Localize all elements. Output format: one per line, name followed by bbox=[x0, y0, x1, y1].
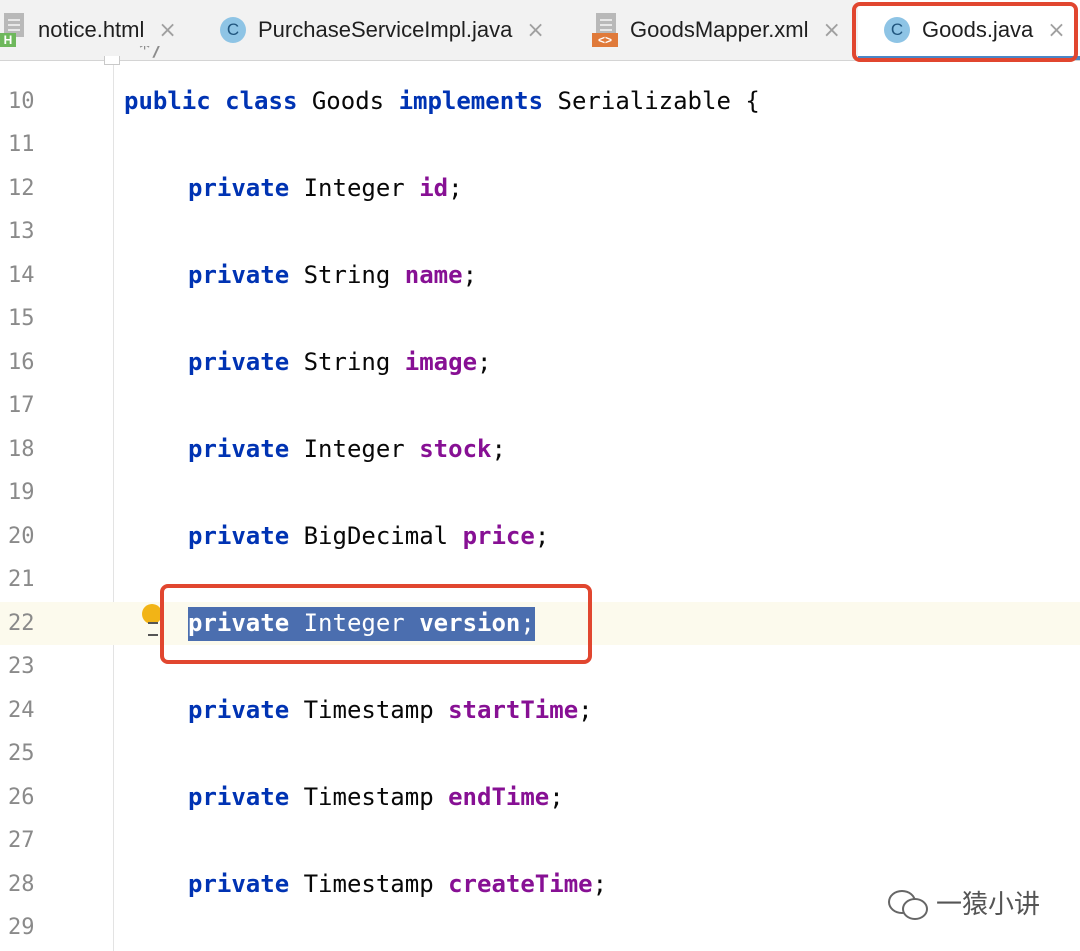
fold-marker-icon[interactable] bbox=[104, 56, 120, 65]
code-comment-tail: */ bbox=[138, 46, 165, 62]
code-text: private String image; bbox=[188, 348, 492, 376]
code-line[interactable]: 18 private Integer stock; bbox=[0, 428, 1080, 471]
line-number: 20 bbox=[8, 524, 35, 549]
tab-label: notice.html bbox=[38, 17, 145, 42]
code-text: private String name; bbox=[188, 261, 478, 289]
code-text: private Integer id; bbox=[188, 174, 463, 202]
code-line[interactable]: 14 private String name; bbox=[0, 254, 1080, 297]
code-line[interactable]: 10 public class Goods implements Seriali… bbox=[0, 80, 1080, 123]
line-number: 19 bbox=[8, 480, 35, 505]
line-number: 25 bbox=[8, 741, 35, 766]
tab-notice-html[interactable]: H notice.html × bbox=[0, 0, 204, 60]
line-number: 28 bbox=[8, 872, 35, 897]
code-text: private Timestamp endTime; bbox=[188, 783, 564, 811]
lightbulb-icon[interactable] bbox=[142, 604, 162, 624]
line-number: 12 bbox=[8, 176, 35, 201]
line-number: 27 bbox=[8, 828, 35, 853]
code-text: private Timestamp createTime; bbox=[188, 870, 608, 898]
line-number: 29 bbox=[8, 915, 35, 940]
line-number: 13 bbox=[8, 219, 35, 244]
watermark-text: 一猿小讲 bbox=[936, 890, 1041, 920]
tab-label: GoodsMapper.xml bbox=[630, 17, 809, 42]
code-text: private Timestamp startTime; bbox=[188, 696, 593, 724]
tab-purchaseserviceimpl-java[interactable]: C PurchaseServiceImpl.java × bbox=[220, 0, 580, 60]
close-icon[interactable]: × bbox=[158, 18, 176, 43]
tab-label: PurchaseServiceImpl.java bbox=[258, 17, 513, 42]
code-line[interactable]: 19 bbox=[0, 471, 1080, 514]
code-line[interactable]: 25 bbox=[0, 732, 1080, 775]
line-highlight-box bbox=[160, 584, 592, 664]
code-line[interactable]: 27 bbox=[0, 819, 1080, 862]
line-number: 26 bbox=[8, 785, 35, 810]
line-number: 17 bbox=[8, 393, 35, 418]
line-number: 10 bbox=[8, 89, 35, 114]
java-class-icon: C bbox=[220, 17, 246, 43]
code-line[interactable]: 16 private String image; bbox=[0, 341, 1080, 384]
code-line[interactable]: 12 private Integer id; bbox=[0, 167, 1080, 210]
lightbulb-base-icon bbox=[148, 622, 158, 636]
line-number: 21 bbox=[8, 567, 35, 592]
wechat-icon bbox=[888, 888, 928, 920]
line-number: 22 bbox=[8, 611, 35, 636]
line-number: 23 bbox=[8, 654, 35, 679]
tab-goodsmapper-xml[interactable]: <> GoodsMapper.xml × bbox=[592, 0, 852, 60]
line-number: 14 bbox=[8, 263, 35, 288]
code-text: private BigDecimal price; bbox=[188, 522, 550, 550]
xml-file-icon: <> bbox=[592, 13, 622, 47]
code-line[interactable]: 20 private BigDecimal price; bbox=[0, 515, 1080, 558]
code-line[interactable]: 15 bbox=[0, 297, 1080, 340]
line-number: 24 bbox=[8, 698, 35, 723]
close-icon[interactable]: × bbox=[526, 18, 544, 43]
code-text: public class Goods implements Serializab… bbox=[124, 87, 760, 115]
line-number: 15 bbox=[8, 306, 35, 331]
tab-highlight-box bbox=[852, 2, 1078, 62]
html-file-icon: H bbox=[0, 13, 30, 47]
line-number: 18 bbox=[8, 437, 35, 462]
watermark: 一猿小讲 bbox=[888, 884, 1040, 921]
line-number: 11 bbox=[8, 132, 35, 157]
close-icon[interactable]: × bbox=[823, 18, 841, 43]
code-line[interactable]: 13 bbox=[0, 210, 1080, 253]
code-line[interactable]: 11 bbox=[0, 123, 1080, 166]
code-text: private Integer stock; bbox=[188, 435, 506, 463]
line-number: 16 bbox=[8, 350, 35, 375]
code-line[interactable]: 17 bbox=[0, 384, 1080, 427]
code-line[interactable]: 26 private Timestamp endTime; bbox=[0, 776, 1080, 819]
code-line[interactable]: 24 private Timestamp startTime; bbox=[0, 689, 1080, 732]
